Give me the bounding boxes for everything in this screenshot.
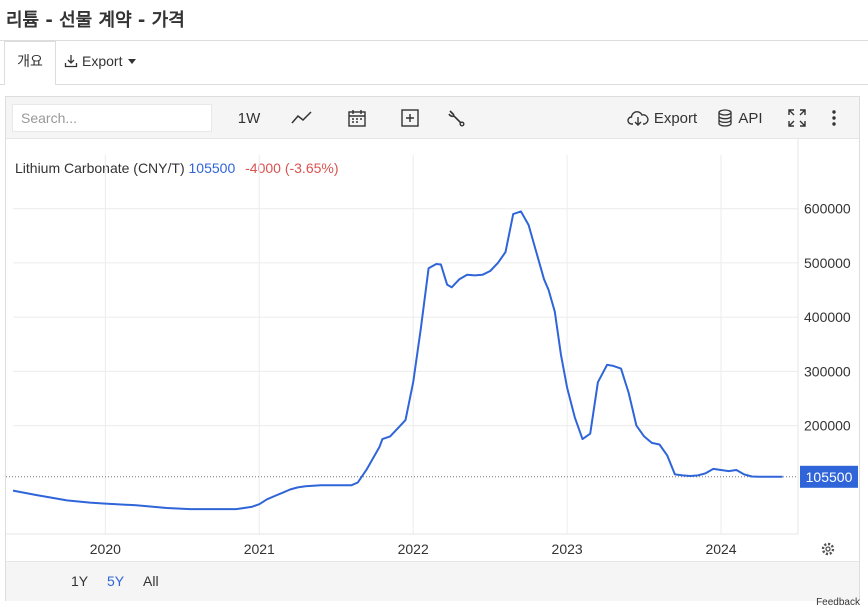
- plus-square-icon: [401, 109, 419, 127]
- export-dropdown[interactable]: Export: [64, 53, 137, 69]
- export-dropdown-label: Export: [82, 53, 123, 69]
- tab-bar: 개요 Export: [0, 40, 868, 85]
- search-input[interactable]: [12, 104, 212, 132]
- gear-icon[interactable]: [821, 542, 835, 556]
- x-tick-label: 2021: [244, 541, 275, 557]
- price-chart[interactable]: 200000 300000 400000 500000 600000 2020 2021 20…: [6, 139, 859, 561]
- y-tick-label: 200000: [804, 418, 851, 434]
- x-tick-label: 2022: [398, 541, 429, 557]
- x-tick-label: 2023: [552, 541, 583, 557]
- api-button-label: API: [738, 109, 763, 127]
- range-selector: 1Y 5Y All: [6, 561, 859, 601]
- y-tick-label: 400000: [804, 309, 851, 325]
- more-options-button[interactable]: [824, 103, 844, 133]
- tab-overview[interactable]: 개요: [4, 41, 56, 85]
- fullscreen-button[interactable]: [785, 103, 809, 133]
- fullscreen-icon: [788, 109, 806, 127]
- x-tick-label: 2024: [705, 541, 736, 557]
- calendar-button[interactable]: [344, 103, 370, 133]
- chart-toolbar: 1W: [6, 97, 859, 139]
- range-all-button[interactable]: All: [143, 573, 159, 589]
- last-value-label: 105500: [806, 469, 853, 485]
- series-line: [12, 210, 783, 511]
- chart-type-button[interactable]: [288, 103, 316, 133]
- download-icon: [64, 55, 78, 68]
- line-chart-icon: [291, 111, 312, 124]
- chart-widget: 1W: [5, 96, 860, 601]
- database-icon: [718, 109, 733, 127]
- page-title: 리튬 - 선물 계약 - 가격: [6, 10, 185, 31]
- x-tick-label: 2020: [90, 541, 121, 557]
- vertical-dots-icon: [832, 110, 836, 126]
- wrench-icon: [448, 110, 465, 127]
- range-1y-button[interactable]: 1Y: [71, 573, 88, 589]
- export-button-label: Export: [653, 109, 698, 127]
- caret-down-icon: [128, 58, 137, 64]
- range-5y-button[interactable]: 5Y: [107, 573, 124, 589]
- interval-button[interactable]: 1W: [234, 103, 264, 133]
- export-button[interactable]: Export: [626, 103, 698, 133]
- cloud-download-icon: [627, 111, 649, 126]
- feedback-link[interactable]: Feedback: [816, 597, 860, 608]
- settings-button[interactable]: [443, 103, 469, 133]
- add-indicator-button[interactable]: [397, 103, 423, 133]
- y-tick-label: 600000: [804, 201, 851, 217]
- api-button[interactable]: API: [717, 103, 763, 133]
- y-tick-label: 300000: [804, 363, 851, 379]
- interval-label: 1W: [237, 109, 261, 127]
- y-tick-label: 500000: [804, 255, 851, 271]
- calendar-icon: [348, 110, 366, 127]
